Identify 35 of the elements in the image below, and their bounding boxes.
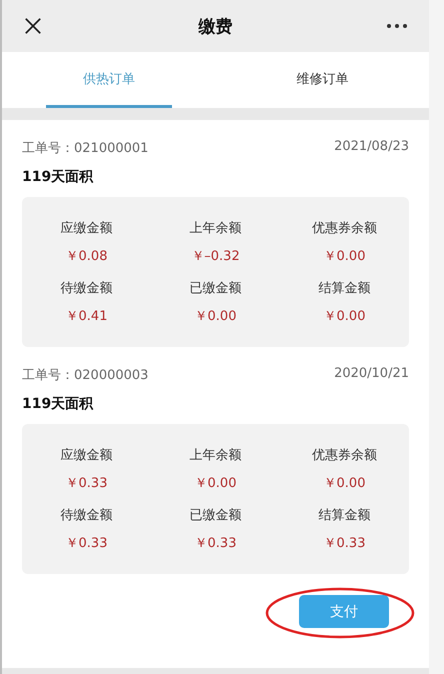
amount-label: 应缴金额: [60, 220, 112, 237]
amount-label: 已缴金额: [190, 507, 242, 524]
amount-label: 已缴金额: [190, 280, 242, 297]
amount-value: ￥0.33: [194, 535, 236, 552]
order-number: 工单号：021000001: [22, 140, 148, 157]
amount-value: ￥0.00: [324, 248, 366, 265]
amount-label: 上年余额: [190, 447, 242, 464]
amount-label: 结算金额: [318, 280, 370, 297]
order-date: 2020/10/21: [334, 366, 409, 383]
amount-value: ￥–0.32: [191, 248, 240, 265]
amount-label: 上年余额: [190, 220, 242, 237]
amount-value: ￥0.00: [194, 308, 236, 325]
more-icon[interactable]: [387, 24, 407, 28]
order-title: 119天面积: [22, 395, 94, 413]
amount-label: 待缴金额: [60, 507, 112, 524]
amount-value: ￥0.00: [324, 475, 366, 492]
amount-value: ￥0.33: [66, 475, 108, 492]
amount-value: ￥0.08: [66, 248, 108, 265]
amount-value: ￥0.33: [66, 535, 108, 552]
amount-value: ￥0.00: [194, 475, 236, 492]
order-title: 119天面积: [22, 168, 94, 186]
order-tab[interactable]: 维修订单: [260, 52, 385, 108]
amount-label: 优惠券余额: [312, 220, 377, 237]
close-icon[interactable]: [24, 17, 42, 35]
amount-label: 待缴金额: [60, 280, 112, 297]
amount-value: ￥0.33: [324, 535, 366, 552]
amount-value: ￥0.41: [66, 308, 108, 325]
amount-label: 应缴金额: [60, 447, 112, 464]
page-title: 缴费: [198, 16, 232, 38]
pay-button[interactable]: 支付: [299, 595, 389, 628]
amount-label: 结算金额: [318, 507, 370, 524]
amount-value: ￥0.00: [324, 308, 366, 325]
order-date: 2021/08/23: [334, 139, 409, 156]
order-number: 工单号：020000003: [22, 367, 148, 384]
amount-label: 优惠券余额: [312, 447, 377, 464]
